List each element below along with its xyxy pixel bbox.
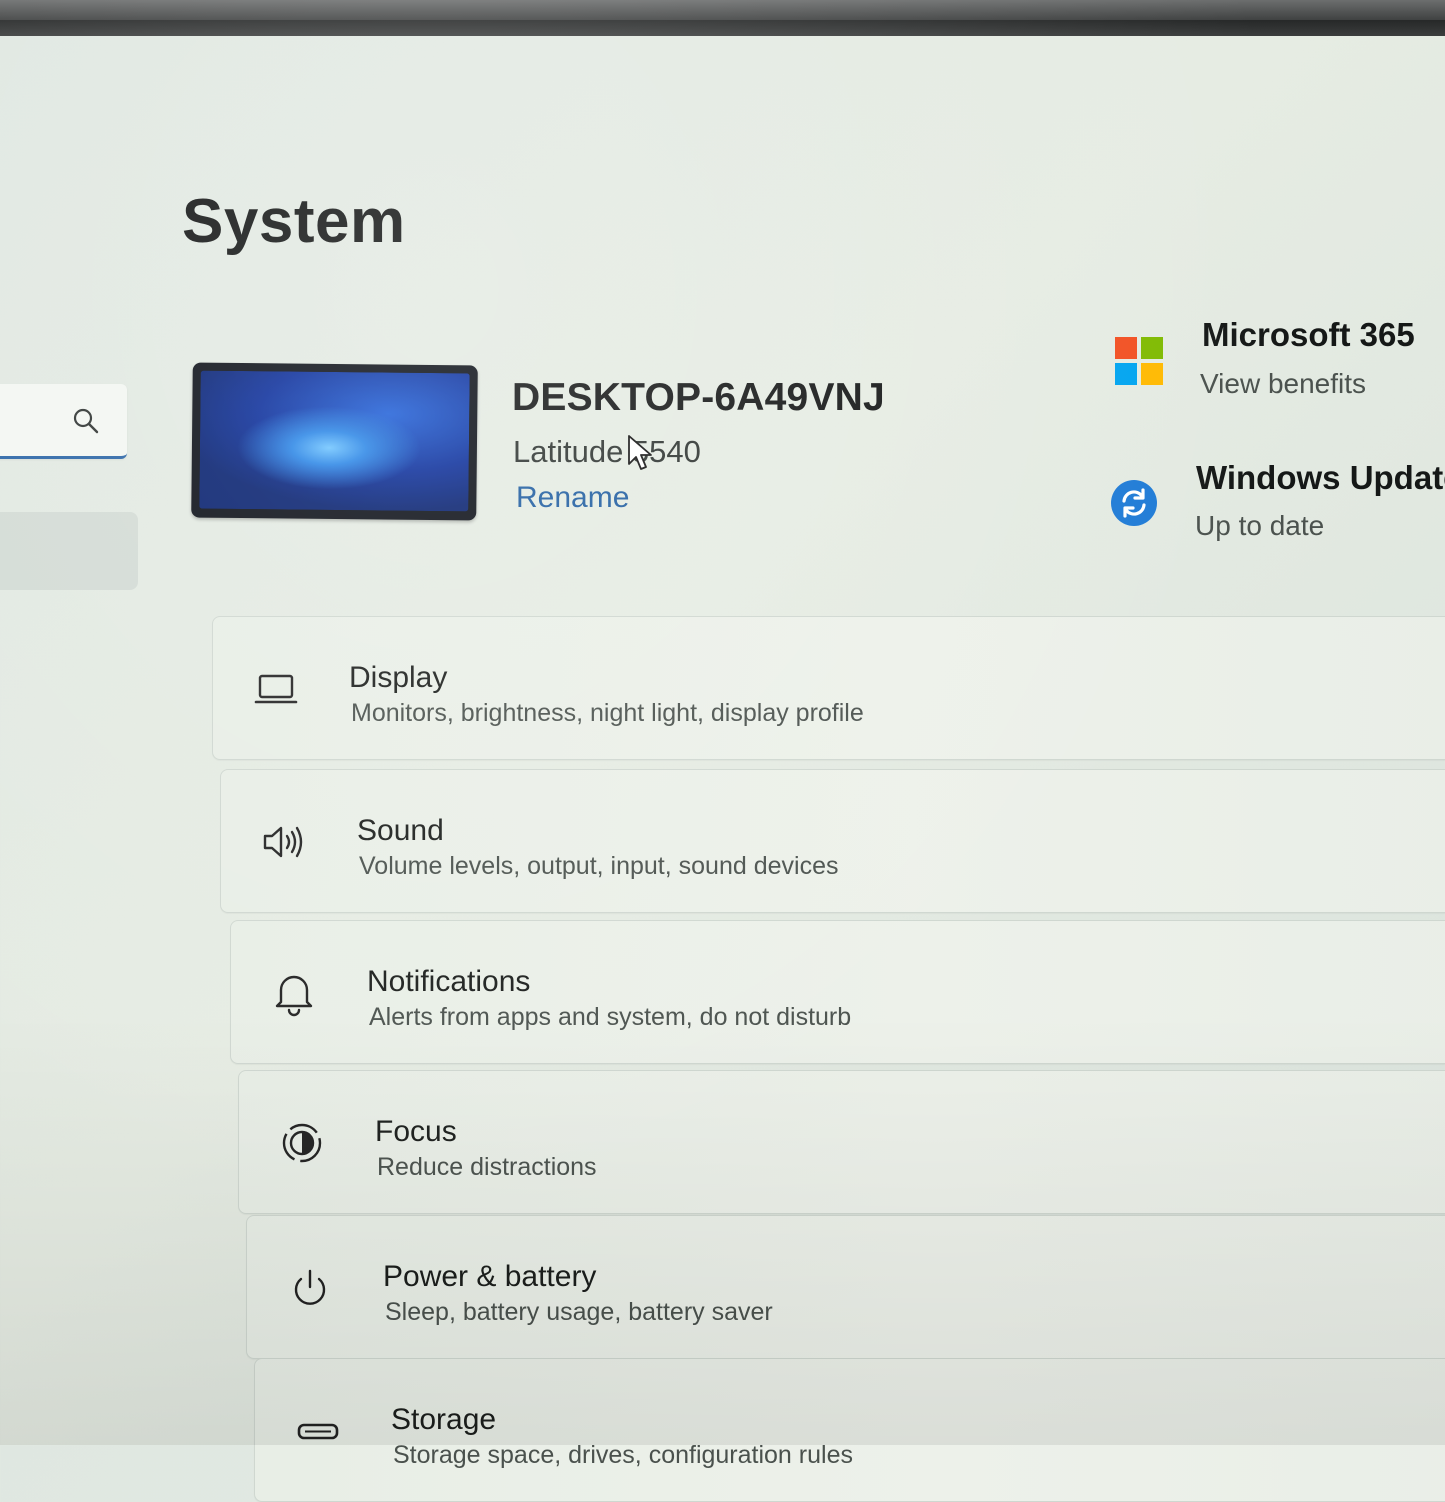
- logo-square-red: [1115, 337, 1137, 359]
- settings-item-subtitle: Alerts from apps and system, do not dist…: [369, 1003, 852, 1031]
- settings-item-storage[interactable]: Storage Storage space, drives, configura…: [254, 1358, 1445, 1502]
- device-wallpaper-thumbnail: [191, 362, 478, 521]
- logo-square-yellow: [1141, 363, 1163, 385]
- search-input[interactable]: [0, 384, 127, 459]
- power-icon: [294, 1269, 326, 1305]
- mouse-pointer-icon: [628, 435, 652, 470]
- settings-item-subtitle: Storage space, drives, configuration rul…: [393, 1441, 853, 1469]
- settings-item-subtitle: Monitors, brightness, night light, displ…: [351, 699, 864, 727]
- settings-item-notifications[interactable]: Notifications Alerts from apps and syste…: [230, 920, 1445, 1064]
- rename-link[interactable]: Rename: [516, 481, 629, 515]
- settings-item-title: Power & battery: [383, 1260, 597, 1293]
- monitor-bezel: [0, 0, 1445, 36]
- focus-icon: [282, 1123, 322, 1163]
- device-model: Latitude 5540: [513, 434, 701, 469]
- laptop-icon: [254, 674, 298, 704]
- windows-update-title[interactable]: Windows Update: [1196, 459, 1445, 497]
- settings-item-display[interactable]: Display Monitors, brightness, night ligh…: [212, 616, 1445, 760]
- settings-item-title: Display: [349, 661, 448, 694]
- settings-item-focus[interactable]: Focus Reduce distractions: [238, 1070, 1445, 1214]
- device-name: DESKTOP-6A49VNJ: [512, 376, 885, 419]
- page-title: System: [182, 187, 406, 256]
- storage-icon: [297, 1423, 339, 1440]
- sidebar-item-system[interactable]: [0, 512, 138, 590]
- microsoft-365-title[interactable]: Microsoft 365: [1202, 316, 1415, 354]
- settings-item-title: Storage: [391, 1403, 497, 1436]
- settings-item-subtitle: Volume levels, output, input, sound devi…: [359, 852, 839, 880]
- microsoft-logo-icon[interactable]: [1115, 337, 1163, 385]
- settings-item-power-battery[interactable]: Power & battery Sleep, battery usage, ba…: [246, 1215, 1445, 1359]
- bell-icon: [275, 975, 313, 1017]
- wallpaper-image: [199, 370, 470, 512]
- settings-item-title: Sound: [357, 814, 444, 847]
- monitor-bezel-edge: [0, 20, 1445, 36]
- windows-update-status[interactable]: Up to date: [1195, 510, 1324, 542]
- settings-item-sound[interactable]: Sound Volume levels, output, input, soun…: [220, 769, 1445, 913]
- microsoft-365-view-benefits[interactable]: View benefits: [1200, 368, 1366, 400]
- search-icon[interactable]: [71, 406, 101, 436]
- logo-square-green: [1141, 337, 1163, 359]
- sync-icon[interactable]: [1110, 479, 1158, 527]
- settings-item-title: Notifications: [367, 965, 531, 998]
- settings-item-subtitle: Sleep, battery usage, battery saver: [385, 1298, 773, 1326]
- settings-item-subtitle: Reduce distractions: [377, 1153, 597, 1181]
- settings-item-title: Focus: [375, 1115, 457, 1148]
- speaker-icon: [263, 826, 303, 858]
- logo-square-blue: [1115, 363, 1137, 385]
